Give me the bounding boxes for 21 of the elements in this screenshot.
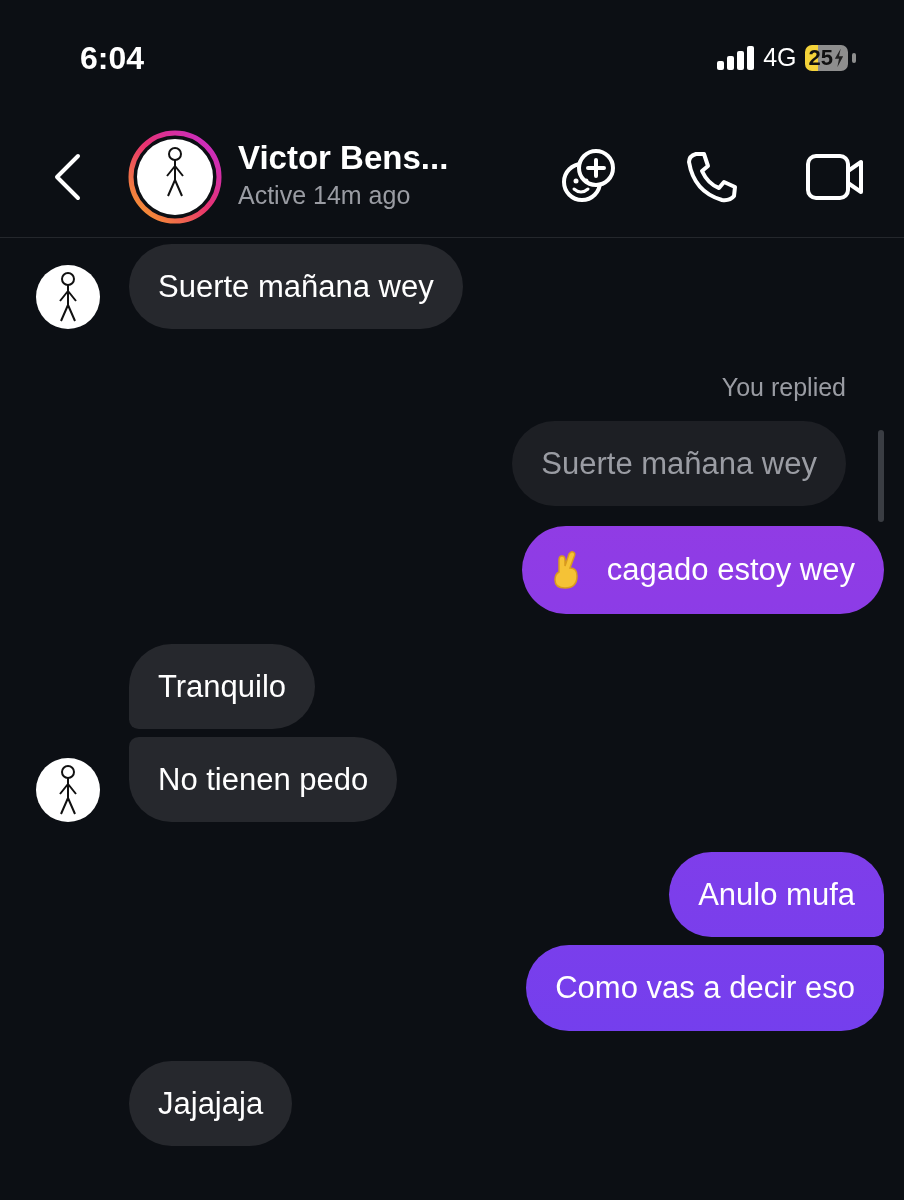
contact-name[interactable]: Victor Bens... (238, 138, 449, 177)
phone-icon[interactable] (686, 149, 738, 204)
message-bubble: Anulo mufa (669, 852, 884, 938)
message-bubble: Jajajaja (129, 1060, 293, 1146)
message-bubble: Tranquilo (129, 643, 316, 730)
scrollbar[interactable] (878, 430, 884, 522)
profile-avatar[interactable] (128, 129, 222, 224)
back-icon[interactable] (52, 152, 82, 201)
message-bubble: cagado estoy wey (521, 525, 884, 614)
video-call-icon[interactable] (806, 153, 864, 200)
message-bubble: No tienen pedo (129, 737, 398, 823)
message-bubble: Suerte mañana wey (129, 244, 463, 330)
network-label: 4G (763, 42, 797, 74)
reply-label: You replied (721, 372, 847, 404)
charging-icon (834, 48, 844, 68)
message-bubble: Como vas a decir eso (526, 945, 884, 1031)
signal-icon (717, 46, 756, 70)
quoted-message: Suerte mañana wey (512, 420, 846, 506)
active-status: Active 14m ago (238, 179, 412, 211)
battery-cap-icon (852, 53, 856, 63)
status-time: 6:04 (80, 39, 145, 78)
